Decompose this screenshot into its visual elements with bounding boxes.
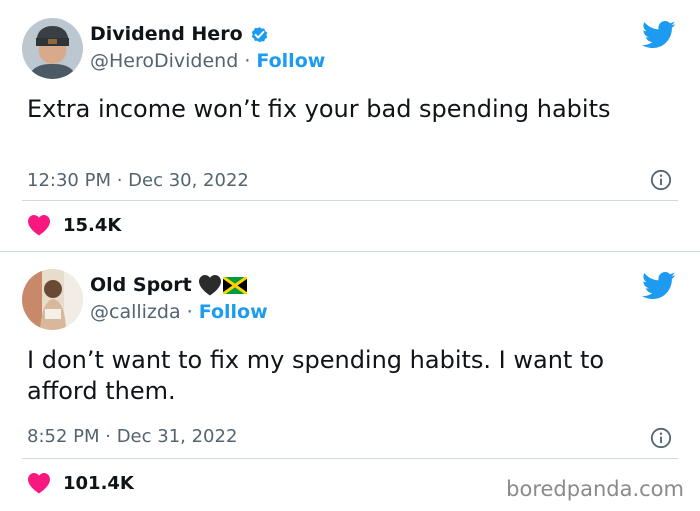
timestamp[interactable]: 8:52 PM · Dec 31, 2022 <box>27 426 237 447</box>
jamaica-flag-icon <box>222 276 247 294</box>
like-action[interactable]: 101.4K <box>27 472 134 494</box>
display-name[interactable]: Dividend Hero <box>90 23 243 45</box>
like-count: 15.4K <box>63 214 122 236</box>
follow-button[interactable]: Follow <box>199 301 268 323</box>
tweet-text: I don’t want to fix my spending habits. … <box>27 346 605 405</box>
divider <box>22 458 678 459</box>
tweet-card: Old Sport @callizda · Follow I don’t wan… <box>0 252 700 511</box>
twitter-logo-icon[interactable] <box>642 271 676 301</box>
heart-icon[interactable] <box>27 214 51 236</box>
avatar[interactable] <box>22 18 83 79</box>
watermark: boredpanda.com <box>506 477 684 501</box>
follow-button[interactable]: Follow <box>256 50 325 72</box>
verified-badge-icon <box>251 26 267 42</box>
handle-row: @HeroDividend · Follow <box>90 50 325 72</box>
author-name-row: Dividend Hero <box>90 23 270 45</box>
info-icon[interactable] <box>650 169 672 191</box>
tweet-card: Dividend Hero @HeroDividend · Follow Ext… <box>0 0 700 251</box>
avatar[interactable] <box>22 269 83 330</box>
separator: · <box>238 50 257 72</box>
tweet-text: Extra income won’t fix your bad spending… <box>27 95 611 123</box>
like-count: 101.4K <box>63 472 134 494</box>
author-name-row: Old Sport <box>90 274 247 296</box>
info-icon[interactable] <box>650 427 672 449</box>
like-action[interactable]: 15.4K <box>27 214 121 236</box>
timestamp[interactable]: 12:30 PM · Dec 30, 2022 <box>27 170 249 191</box>
handle[interactable]: @callizda <box>90 301 181 323</box>
handle[interactable]: @HeroDividend <box>90 50 238 72</box>
separator: · <box>180 301 199 323</box>
divider <box>22 200 678 201</box>
heart-icon[interactable] <box>27 472 51 494</box>
black-heart-icon <box>198 275 221 296</box>
display-name[interactable]: Old Sport <box>90 274 192 296</box>
twitter-logo-icon[interactable] <box>642 20 676 50</box>
handle-row: @callizda · Follow <box>90 301 268 323</box>
